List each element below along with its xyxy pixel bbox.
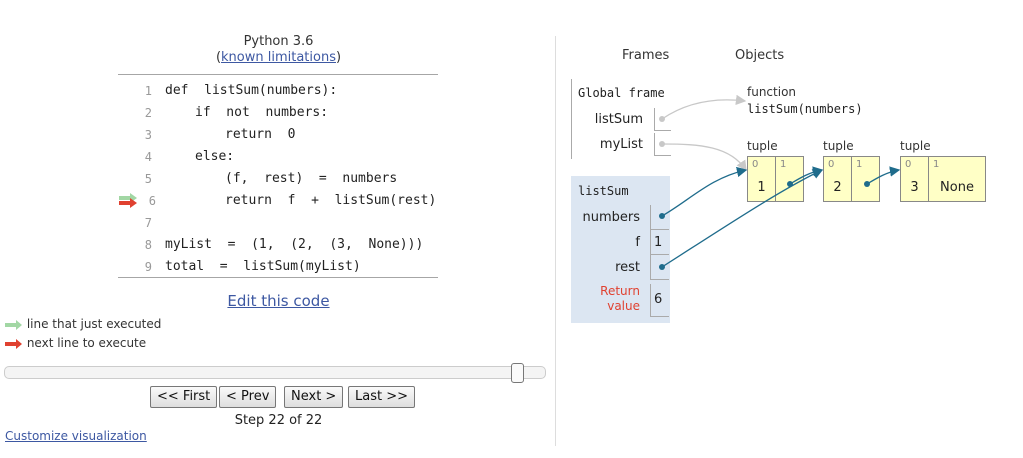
pointer-arrows — [659, 94, 901, 270]
global-listSum-pointer — [659, 94, 747, 122]
global-myList-pointer — [659, 141, 747, 172]
rest-pointer — [659, 169, 824, 270]
numbers-pointer — [659, 166, 748, 219]
tuple-2-next-pointer — [864, 166, 901, 187]
